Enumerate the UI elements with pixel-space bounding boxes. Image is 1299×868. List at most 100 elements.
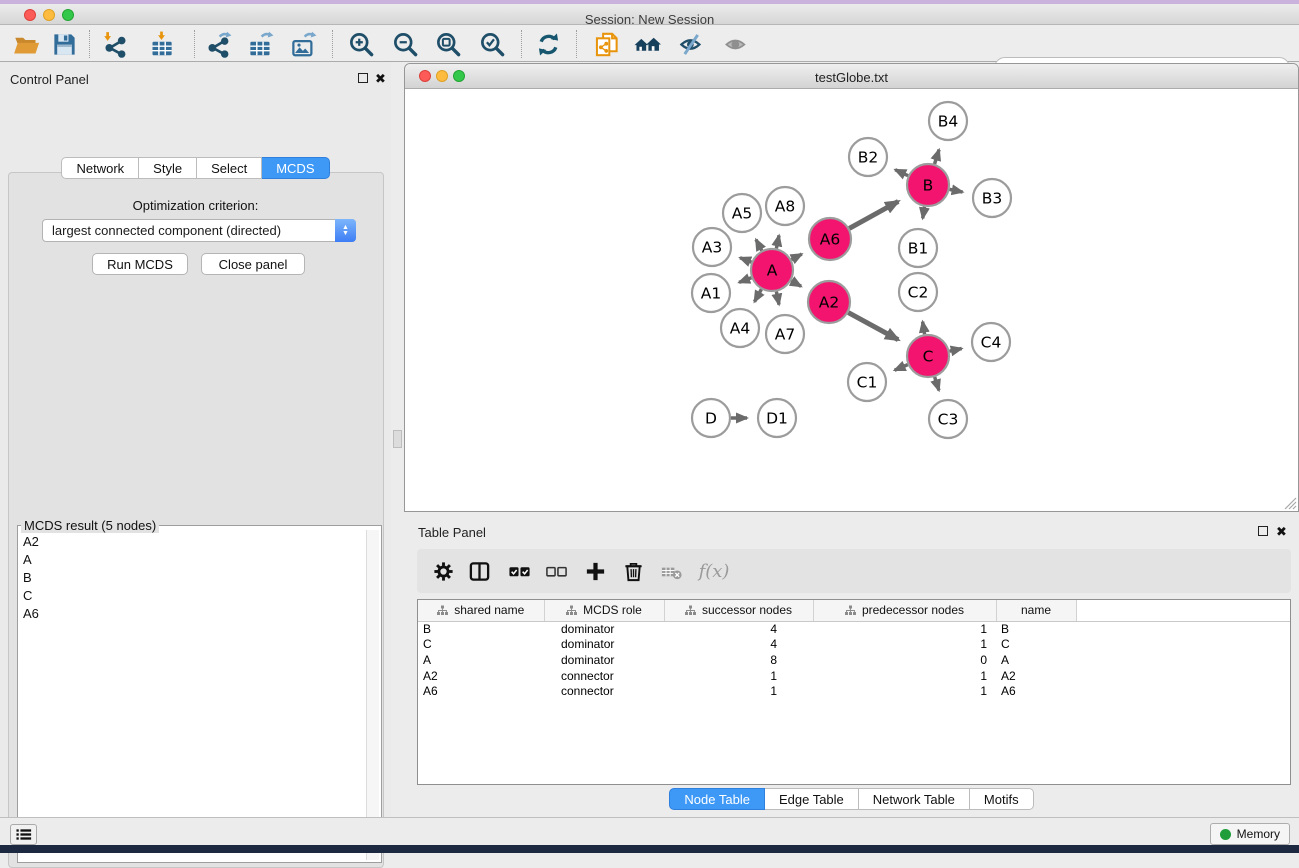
graph-node-C2[interactable]: C2 [899,273,937,311]
export-network-button[interactable] [203,29,233,59]
graph-edge-C-C4[interactable] [949,349,961,352]
home-layout-button[interactable] [632,29,662,59]
tab-node-table[interactable]: Node Table [669,788,765,810]
graph-node-B1[interactable]: B1 [899,229,937,267]
table-row-C[interactable]: Cdominator41C [418,637,1291,653]
task-history-button[interactable] [10,824,37,845]
split-view-button[interactable] [465,557,493,585]
tab-style[interactable]: Style [139,157,197,179]
graph-edge-A-A4[interactable] [754,289,761,301]
duplicate-network-button[interactable] [591,29,621,59]
add-column-button[interactable] [581,557,609,585]
graph-node-A1[interactable]: A1 [692,274,730,312]
memory-button[interactable]: Memory [1210,823,1290,845]
close-panel-icon[interactable]: ✖ [375,74,386,84]
vertical-splitter-handle[interactable] [393,430,402,448]
criterion-select[interactable]: largest connected component (directed) ▲… [42,219,356,242]
export-table-button[interactable] [245,29,275,59]
table-settings-button[interactable] [429,557,457,585]
table-row-A[interactable]: Adominator80A [418,652,1291,668]
graph-edge-A-A1[interactable] [739,278,751,283]
graph-node-A5[interactable]: A5 [723,194,761,232]
graph-node-C4[interactable]: C4 [972,323,1010,361]
refresh-network-button[interactable] [533,29,563,59]
run-mcds-button[interactable]: Run MCDS [92,253,188,275]
graph-edge-A-A5[interactable] [756,240,762,251]
table-row-A2[interactable]: A2connector11A2 [418,668,1291,684]
graph-edge-B-B1[interactable] [923,207,925,219]
export-image-button[interactable] [288,29,318,59]
network-canvas[interactable]: B4 B2 B B3 A5A8A6 B1 A3 A A1 C2 A2 A4A7 C4 C C1 C3 D D1 [405,89,1298,511]
graph-node-A7[interactable]: A7 [766,315,804,353]
graph-node-A8[interactable]: A8 [766,187,804,225]
graph-node-A6[interactable]: A6 [809,218,851,260]
graph-node-C3[interactable]: C3 [929,400,967,438]
column-header-MCDS-role[interactable]: MCDS role [544,600,664,621]
table-row-B[interactable]: Bdominator41B [418,621,1291,637]
graph-node-C[interactable]: C [907,335,949,377]
mcds-result-item[interactable]: A2 [18,532,366,550]
graph-node-C1[interactable]: C1 [848,363,886,401]
float-panel-icon[interactable] [358,73,368,83]
table-float-panel-icon[interactable] [1258,526,1268,536]
close-panel-button[interactable]: Close panel [201,253,305,275]
zoom-out-button[interactable] [390,29,420,59]
table-row-A6[interactable]: A6connector11A6 [418,683,1291,699]
tab-mcds[interactable]: MCDS [262,157,329,179]
graph-edge-A-A2[interactable] [791,281,801,287]
table-close-panel-icon[interactable]: ✖ [1276,527,1287,537]
graph-edge-A-A7[interactable] [776,292,779,305]
graph-edge-A-A8[interactable] [776,235,779,248]
graph-edge-B-B4[interactable] [935,150,939,164]
zoom-selected-button[interactable] [477,29,507,59]
graph-node-B4[interactable]: B4 [929,102,967,140]
column-header-predecessor-nodes[interactable]: predecessor nodes [813,600,996,621]
show-all-button[interactable] [721,29,751,59]
import-network-button[interactable] [100,29,130,59]
graph-edge-C-C2[interactable] [923,322,925,335]
graph-edge-B-B3[interactable] [950,189,963,192]
graph-node-A3[interactable]: A3 [693,228,731,266]
graph-edge-A2-C[interactable] [848,313,898,340]
select-all-columns-button[interactable] [505,557,533,585]
tab-network-table[interactable]: Network Table [859,788,970,810]
delete-column-button[interactable] [619,557,647,585]
graph-edge-B-B2[interactable] [895,170,908,176]
tab-edge-table[interactable]: Edge Table [765,788,859,810]
window-resize-grip[interactable] [1282,495,1297,510]
apply-function-button[interactable]: f(x) [693,557,735,585]
graph-edge-A-A3[interactable] [740,258,751,262]
graph-node-D1[interactable]: D1 [758,399,796,437]
graph-edge-C-C3[interactable] [935,377,939,390]
graph-node-A4[interactable]: A4 [721,309,759,347]
mcds-result-item[interactable]: A [18,550,366,568]
graph-edge-C-C1[interactable] [895,365,908,371]
graph-edge-A-A6[interactable] [791,254,801,260]
result-scrollbar[interactable] [366,530,379,860]
mcds-result-item[interactable]: A6 [18,604,366,622]
graph-node-B3[interactable]: B3 [973,179,1011,217]
graph-node-D[interactable]: D [692,399,730,437]
import-table-button[interactable] [146,29,176,59]
save-session-button[interactable] [49,29,79,59]
tab-network[interactable]: Network [61,157,139,179]
graph-node-A[interactable]: A [751,249,793,291]
cell: 4 [664,637,813,653]
hide-selected-button[interactable] [676,29,706,59]
column-header-shared-name[interactable]: shared name [418,600,544,621]
mcds-result-item[interactable]: B [18,568,366,586]
graph-edge-A6-B[interactable] [849,201,898,228]
zoom-fit-button[interactable] [433,29,463,59]
column-header-name[interactable]: name [996,600,1076,621]
unselect-all-columns-button[interactable] [542,557,570,585]
tab-motifs[interactable]: Motifs [970,788,1034,810]
mcds-result-item[interactable]: C [18,586,366,604]
graph-node-B2[interactable]: B2 [849,138,887,176]
graph-node-A2[interactable]: A2 [808,281,850,323]
delete-table-button[interactable] [657,557,685,585]
column-header-successor-nodes[interactable]: successor nodes [664,600,813,621]
tab-select[interactable]: Select [197,157,262,179]
zoom-in-button[interactable] [346,29,376,59]
open-file-button[interactable] [11,29,41,59]
graph-node-B[interactable]: B [907,164,949,206]
